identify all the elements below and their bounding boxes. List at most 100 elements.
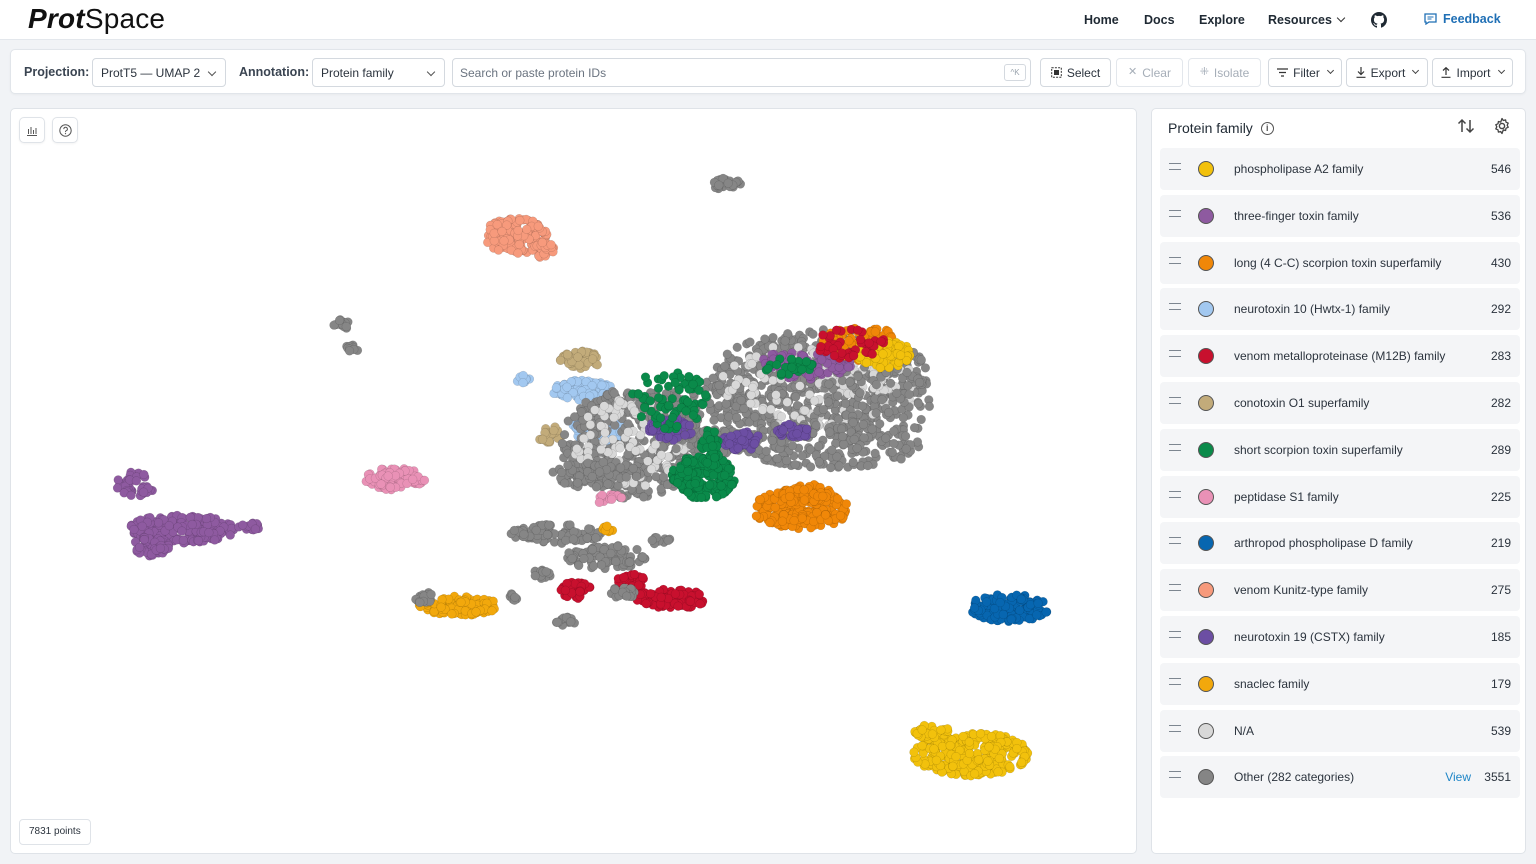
scatter-point[interactable] — [583, 524, 594, 534]
scatter-point[interactable] — [917, 741, 927, 751]
scatter-point[interactable] — [638, 492, 649, 502]
scatter-point[interactable] — [582, 533, 592, 543]
scatter-point[interactable] — [841, 499, 852, 509]
scatter-point[interactable] — [640, 403, 650, 413]
legend-item[interactable]: neurotoxin 10 (Hwtx-1) family 292 — [1160, 288, 1520, 331]
drag-handle-icon[interactable] — [1169, 490, 1181, 498]
scatter-point[interactable] — [993, 767, 1003, 777]
scatter-point[interactable] — [591, 482, 602, 492]
legend-item[interactable]: venom metalloproteinase (M12B) family 283 — [1160, 335, 1520, 378]
scatter-point[interactable] — [771, 390, 781, 400]
scatter-point[interactable] — [797, 451, 807, 461]
scatter-point[interactable] — [129, 524, 139, 535]
scatter-point[interactable] — [560, 478, 570, 488]
scatter-point[interactable] — [680, 430, 690, 440]
scatter-point[interactable] — [864, 338, 874, 348]
scatter-point[interactable] — [341, 321, 351, 332]
scatter-point[interactable] — [914, 377, 925, 388]
drag-handle-icon[interactable] — [1169, 256, 1181, 264]
scatter-point[interactable] — [825, 427, 835, 437]
scatter-point[interactable] — [945, 740, 955, 751]
scatter-point[interactable] — [733, 443, 743, 453]
drag-handle-icon[interactable] — [1169, 771, 1181, 779]
projection-select[interactable]: ProtT5 — UMAP 2 — [92, 58, 226, 87]
drag-handle-icon[interactable] — [1169, 630, 1181, 638]
scatter-point[interactable] — [904, 389, 914, 400]
scatter-point[interactable] — [875, 363, 885, 373]
scatter-point[interactable] — [551, 383, 561, 393]
export-button[interactable]: Export — [1346, 58, 1428, 87]
annotation-select[interactable]: Protein family — [312, 58, 445, 87]
scatter-point[interactable] — [708, 373, 718, 383]
scatter-point[interactable] — [776, 368, 787, 379]
scatter-point[interactable] — [682, 457, 692, 467]
scatter-point[interactable] — [777, 516, 788, 526]
scatter-point[interactable] — [585, 420, 596, 430]
scatter-point[interactable] — [653, 393, 664, 403]
scatter-point[interactable] — [799, 495, 810, 505]
scatter-point[interactable] — [579, 554, 589, 564]
drag-handle-icon[interactable] — [1169, 163, 1181, 170]
scatter-point[interactable] — [510, 592, 520, 602]
scatter-point[interactable] — [688, 410, 698, 420]
scatter-point[interactable] — [780, 336, 790, 346]
scatter-point[interactable] — [670, 589, 681, 599]
scatter-point[interactable] — [533, 221, 543, 231]
drag-handle-icon[interactable] — [1169, 584, 1181, 592]
scatter-point[interactable] — [1015, 605, 1025, 615]
scatter-point[interactable] — [767, 435, 778, 446]
legend-item[interactable]: peptidase S1 family 225 — [1160, 475, 1520, 518]
scatter-point[interactable] — [983, 756, 993, 766]
scatter-point[interactable] — [562, 382, 572, 392]
scatter-point[interactable] — [840, 398, 851, 409]
scatter-point[interactable] — [901, 444, 911, 454]
scatter-point[interactable] — [994, 753, 1004, 764]
isolate-button[interactable]: ⁜ Isolate — [1188, 58, 1261, 87]
legend-item[interactable]: N/A 539 — [1160, 709, 1520, 752]
scatter-point[interactable] — [632, 544, 642, 555]
scatter-point[interactable] — [727, 479, 737, 490]
legend-item[interactable]: neurotoxin 19 (CSTX) family 185 — [1160, 615, 1520, 658]
scatter-point[interactable] — [655, 413, 666, 423]
scatter-point[interactable] — [787, 440, 798, 451]
scatter-point[interactable] — [722, 349, 732, 359]
scatter-point[interactable] — [791, 392, 801, 402]
scatter-point[interactable] — [724, 439, 735, 449]
scatter-point[interactable] — [900, 431, 911, 441]
scatter-point[interactable] — [437, 594, 447, 605]
scatter-point[interactable] — [193, 535, 204, 546]
scatter-point[interactable] — [898, 413, 908, 423]
scatter-point[interactable] — [765, 518, 775, 528]
scatter-point[interactable] — [562, 393, 573, 403]
scatter-point[interactable] — [522, 224, 532, 234]
scatter-point[interactable] — [751, 511, 761, 521]
scatter-point[interactable] — [814, 367, 824, 377]
feedback-button[interactable]: Feedback — [1424, 12, 1501, 26]
scatter-point[interactable] — [250, 524, 261, 534]
scatter-point[interactable] — [766, 404, 776, 414]
scatter-point[interactable] — [471, 607, 481, 617]
scatter-point[interactable] — [816, 341, 826, 352]
scatter-point[interactable] — [881, 433, 891, 443]
scatter-point[interactable] — [513, 248, 523, 258]
scatter-point[interactable] — [795, 381, 805, 391]
scatter-point[interactable] — [834, 461, 844, 471]
scatter-point[interactable] — [853, 325, 863, 335]
scatter-point[interactable] — [745, 337, 755, 347]
scatter-point[interactable] — [155, 543, 166, 553]
scatter-point[interactable] — [917, 725, 927, 735]
scatter-point[interactable] — [984, 742, 994, 752]
scatter-point[interactable] — [781, 455, 792, 466]
scatter-point[interactable] — [625, 557, 635, 567]
scatter-point[interactable] — [708, 470, 719, 480]
scatter-point[interactable] — [913, 399, 924, 409]
scatter-point[interactable] — [609, 412, 619, 423]
scatter-point[interactable] — [575, 587, 585, 597]
scatter-point[interactable] — [587, 544, 598, 555]
scatter-point[interactable] — [975, 729, 986, 739]
scatter-point[interactable] — [916, 414, 926, 425]
scatter-point[interactable] — [714, 380, 724, 391]
scatter-point[interactable] — [602, 521, 612, 531]
import-button[interactable]: Import — [1432, 58, 1513, 87]
legend-item[interactable]: long (4 C-C) scorpion toxin superfamily 4… — [1160, 241, 1520, 284]
